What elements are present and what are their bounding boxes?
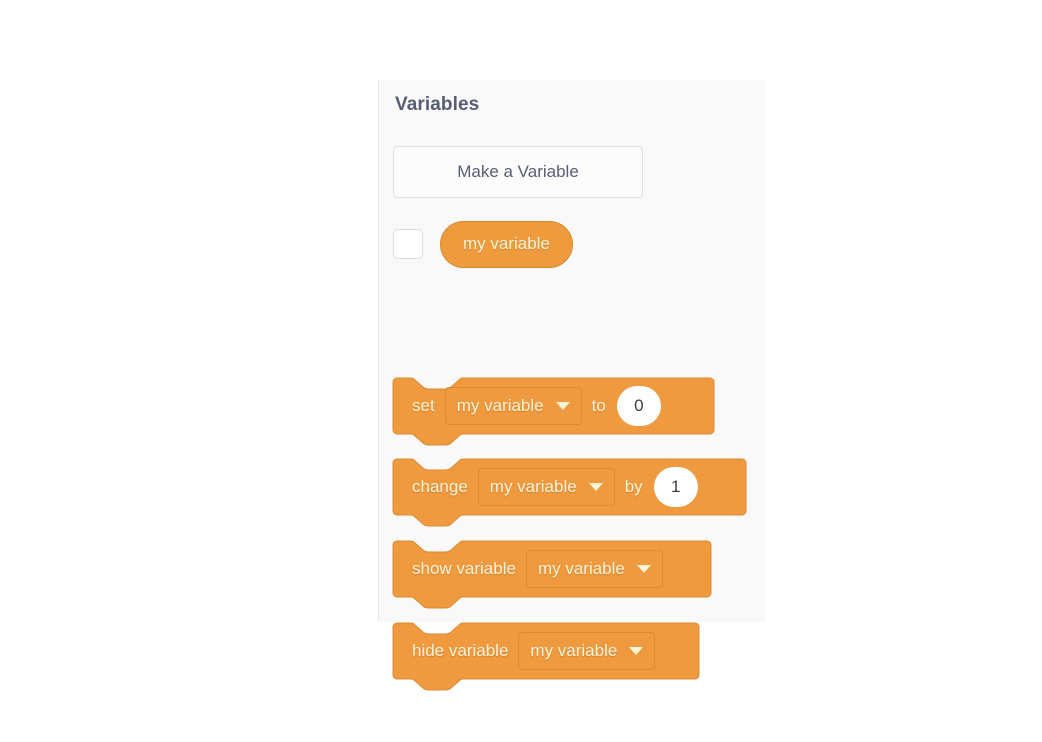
block-label-change: change bbox=[412, 477, 468, 496]
block-label-set: set bbox=[412, 396, 435, 415]
variable-dropdown-set-label: my variable bbox=[456, 396, 544, 415]
chevron-down-icon bbox=[555, 402, 570, 410]
chevron-down-icon bbox=[588, 483, 603, 491]
block-label-show-variable: show variable bbox=[412, 559, 516, 578]
variable-dropdown-show[interactable]: my variable bbox=[525, 550, 663, 588]
set-value-text: 0 bbox=[634, 396, 644, 415]
variable-dropdown-set[interactable]: my variable bbox=[444, 387, 582, 425]
block-set-content: set my variable to 0 bbox=[393, 378, 665, 434]
variable-reporter-label: my variable bbox=[463, 234, 550, 253]
variable-dropdown-change[interactable]: my variable bbox=[477, 468, 615, 506]
page-title: Variables bbox=[395, 94, 480, 115]
set-value-input[interactable]: 0 bbox=[616, 386, 661, 426]
block-label-by: by bbox=[624, 477, 643, 496]
block-change-content: change my variable by 1 bbox=[393, 459, 702, 515]
variables-palette-panel: Variables Make a Variable my variable se… bbox=[378, 80, 765, 691]
change-value-text: 1 bbox=[670, 477, 681, 496]
variable-dropdown-show-label: my variable bbox=[537, 559, 625, 578]
make-a-variable-button[interactable]: Make a Variable bbox=[393, 146, 643, 198]
variable-visibility-checkbox[interactable] bbox=[393, 229, 423, 259]
block-show-content: show variable my variable bbox=[393, 541, 666, 597]
variable-dropdown-change-label: my variable bbox=[489, 477, 577, 496]
block-label-to: to bbox=[591, 396, 606, 415]
block-hide-content: hide variable my variable bbox=[393, 623, 658, 679]
variable-list-item: my variable bbox=[393, 218, 573, 270]
change-value-input[interactable]: 1 bbox=[653, 467, 698, 507]
chevron-down-icon bbox=[629, 647, 644, 655]
chevron-down-icon bbox=[636, 565, 651, 573]
variable-dropdown-hide[interactable]: my variable bbox=[518, 632, 656, 670]
variable-dropdown-hide-label: my variable bbox=[530, 641, 618, 660]
variable-reporter-block[interactable]: my variable bbox=[440, 220, 573, 268]
block-label-hide-variable: hide variable bbox=[412, 641, 509, 660]
